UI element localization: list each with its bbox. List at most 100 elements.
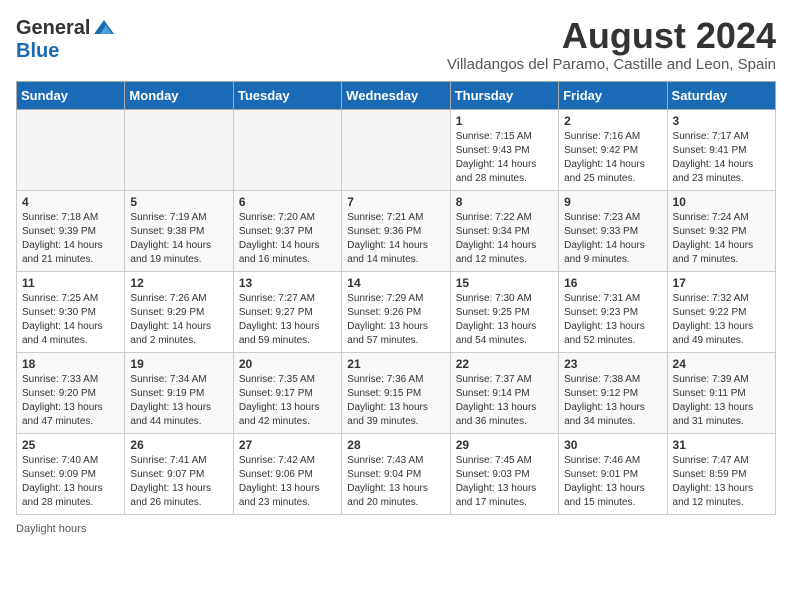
- day-info: Sunrise: 7:32 AMSunset: 9:22 PMDaylight:…: [673, 292, 770, 348]
- table-row: 9Sunrise: 7:23 AMSunset: 9:33 PMDaylight…: [559, 190, 667, 271]
- calendar-header-thursday: Thursday: [450, 81, 558, 109]
- table-row: 11 Sunrise: 7:25 AMSunset: 9:30 PMDayligh…: [17, 271, 125, 352]
- table-row: 27 Sunrise: 7:42 AMSunset: 9:06 PMDayligh…: [233, 433, 341, 514]
- day-info: Sunrise: 7:16 AMSunset: 9:42 PMDaylight:…: [564, 130, 661, 186]
- calendar-week-1: 1Sunrise: 7:15 AMSunset: 9:43 PMDaylight…: [17, 109, 776, 190]
- day-number: 16: [564, 276, 661, 290]
- day-number: 11: [22, 276, 119, 290]
- day-info: Sunrise: 7:40 AMSunset: 9:09 PMDaylight:…: [22, 454, 119, 510]
- day-number: 7: [347, 195, 444, 209]
- table-row: 28 Sunrise: 7:43 AMSunset: 9:04 PMDayligh…: [342, 433, 450, 514]
- day-info: Sunrise: 7:23 AMSunset: 9:33 PMDaylight:…: [564, 211, 661, 267]
- table-row: 8 Sunrise: 7:22 AMSunset: 9:34 PMDaylight…: [450, 190, 558, 271]
- day-number: 26: [130, 438, 227, 452]
- day-number: 3: [673, 114, 770, 128]
- day-info: Sunrise: 7:31 AMSunset: 9:23 PMDaylight:…: [564, 292, 661, 348]
- calendar-header-sunday: Sunday: [17, 81, 125, 109]
- day-info: Sunrise: 7:22 AMSunset: 9:34 PMDaylight:…: [456, 211, 553, 267]
- table-row: 23Sunrise: 7:38 AMSunset: 9:12 PMDayligh…: [559, 352, 667, 433]
- calendar-header-tuesday: Tuesday: [233, 81, 341, 109]
- table-row: 16 Sunrise: 7:31 AMSunset: 9:23 PMDayligh…: [559, 271, 667, 352]
- table-row: 2 Sunrise: 7:16 AMSunset: 9:42 PMDaylight…: [559, 109, 667, 190]
- day-info: Sunrise: 7:46 AMSunset: 9:01 PMDaylight:…: [564, 454, 661, 510]
- day-info: Sunrise: 7:43 AMSunset: 9:04 PMDaylight:…: [347, 454, 444, 510]
- day-info: Sunrise: 7:30 AMSunset: 9:25 PMDaylight:…: [456, 292, 553, 348]
- table-row: 12 Sunrise: 7:26 AMSunset: 9:29 PMDayligh…: [125, 271, 233, 352]
- table-row: [342, 109, 450, 190]
- day-number: 13: [239, 276, 336, 290]
- day-info: Sunrise: 7:35 AMSunset: 9:17 PMDaylight:…: [239, 373, 336, 429]
- day-info: Sunrise: 7:45 AMSunset: 9:03 PMDaylight:…: [456, 454, 553, 510]
- day-info: Sunrise: 7:29 AMSunset: 9:26 PMDaylight:…: [347, 292, 444, 348]
- day-number: 27: [239, 438, 336, 452]
- calendar-header-row: SundayMondayTuesdayWednesdayThursdayFrid…: [17, 81, 776, 109]
- day-number: 5: [130, 195, 227, 209]
- calendar-header-friday: Friday: [559, 81, 667, 109]
- day-number: 17: [673, 276, 770, 290]
- table-row: 25 Sunrise: 7:40 AMSunset: 9:09 PMDayligh…: [17, 433, 125, 514]
- month-title: August 2024: [447, 16, 776, 56]
- table-row: 26Sunrise: 7:41 AMSunset: 9:07 PMDayligh…: [125, 433, 233, 514]
- day-number: 19: [130, 357, 227, 371]
- table-row: 6Sunrise: 7:20 AMSunset: 9:37 PMDaylight…: [233, 190, 341, 271]
- day-info: Sunrise: 7:25 AMSunset: 9:30 PMDaylight:…: [22, 292, 119, 348]
- calendar-header-wednesday: Wednesday: [342, 81, 450, 109]
- day-number: 29: [456, 438, 553, 452]
- table-row: 13 Sunrise: 7:27 AMSunset: 9:27 PMDayligh…: [233, 271, 341, 352]
- day-number: 18: [22, 357, 119, 371]
- day-number: 10: [673, 195, 770, 209]
- logo: General Blue: [16, 16, 116, 63]
- calendar: SundayMondayTuesdayWednesdayThursdayFrid…: [16, 81, 776, 515]
- day-info: Sunrise: 7:24 AMSunset: 9:32 PMDaylight:…: [673, 211, 770, 267]
- logo-icon: [92, 16, 116, 40]
- day-info: Sunrise: 7:15 AMSunset: 9:43 PMDaylight:…: [456, 130, 553, 186]
- table-row: 17 Sunrise: 7:32 AMSunset: 9:22 PMDayligh…: [667, 271, 775, 352]
- day-number: 8: [456, 195, 553, 209]
- day-info: Sunrise: 7:39 AMSunset: 9:11 PMDaylight:…: [673, 373, 770, 429]
- day-info: Sunrise: 7:37 AMSunset: 9:14 PMDaylight:…: [456, 373, 553, 429]
- table-row: 21 Sunrise: 7:36 AMSunset: 9:15 PMDayligh…: [342, 352, 450, 433]
- calendar-week-2: 4 Sunrise: 7:18 AMSunset: 9:39 PMDaylight…: [17, 190, 776, 271]
- day-info: Sunrise: 7:34 AMSunset: 9:19 PMDaylight:…: [130, 373, 227, 429]
- day-number: 28: [347, 438, 444, 452]
- day-info: Sunrise: 7:18 AMSunset: 9:39 PMDaylight:…: [22, 211, 119, 267]
- table-row: 10 Sunrise: 7:24 AMSunset: 9:32 PMDayligh…: [667, 190, 775, 271]
- day-info: Sunrise: 7:33 AMSunset: 9:20 PMDaylight:…: [22, 373, 119, 429]
- day-info: Sunrise: 7:27 AMSunset: 9:27 PMDaylight:…: [239, 292, 336, 348]
- title-area: August 2024 Villadangos del Paramo, Cast…: [447, 16, 776, 73]
- logo-blue-text: Blue: [16, 40, 59, 63]
- day-number: 12: [130, 276, 227, 290]
- table-row: [233, 109, 341, 190]
- location-title: Villadangos del Paramo, Castille and Leo…: [447, 56, 776, 73]
- calendar-week-5: 25 Sunrise: 7:40 AMSunset: 9:09 PMDayligh…: [17, 433, 776, 514]
- day-info: Sunrise: 7:47 AMSunset: 8:59 PMDaylight:…: [673, 454, 770, 510]
- day-info: Sunrise: 7:21 AMSunset: 9:36 PMDaylight:…: [347, 211, 444, 267]
- day-number: 14: [347, 276, 444, 290]
- day-number: 20: [239, 357, 336, 371]
- calendar-week-4: 18 Sunrise: 7:33 AMSunset: 9:20 PMDayligh…: [17, 352, 776, 433]
- header: General Blue August 2024 Villadangos del…: [16, 16, 776, 73]
- day-info: Sunrise: 7:42 AMSunset: 9:06 PMDaylight:…: [239, 454, 336, 510]
- day-number: 25: [22, 438, 119, 452]
- calendar-header-saturday: Saturday: [667, 81, 775, 109]
- table-row: 20 Sunrise: 7:35 AMSunset: 9:17 PMDayligh…: [233, 352, 341, 433]
- day-number: 4: [22, 195, 119, 209]
- table-row: 7 Sunrise: 7:21 AMSunset: 9:36 PMDaylight…: [342, 190, 450, 271]
- day-info: Sunrise: 7:17 AMSunset: 9:41 PMDaylight:…: [673, 130, 770, 186]
- day-number: 23: [564, 357, 661, 371]
- logo-general-text: General: [16, 17, 90, 40]
- day-number: 6: [239, 195, 336, 209]
- day-number: 30: [564, 438, 661, 452]
- day-number: 2: [564, 114, 661, 128]
- day-info: Sunrise: 7:36 AMSunset: 9:15 PMDaylight:…: [347, 373, 444, 429]
- day-number: 24: [673, 357, 770, 371]
- table-row: 14 Sunrise: 7:29 AMSunset: 9:26 PMDayligh…: [342, 271, 450, 352]
- day-info: Sunrise: 7:19 AMSunset: 9:38 PMDaylight:…: [130, 211, 227, 267]
- day-number: 21: [347, 357, 444, 371]
- day-info: Sunrise: 7:26 AMSunset: 9:29 PMDaylight:…: [130, 292, 227, 348]
- table-row: 1Sunrise: 7:15 AMSunset: 9:43 PMDaylight…: [450, 109, 558, 190]
- day-number: 15: [456, 276, 553, 290]
- table-row: 22Sunrise: 7:37 AMSunset: 9:14 PMDayligh…: [450, 352, 558, 433]
- calendar-header-monday: Monday: [125, 81, 233, 109]
- table-row: 18 Sunrise: 7:33 AMSunset: 9:20 PMDayligh…: [17, 352, 125, 433]
